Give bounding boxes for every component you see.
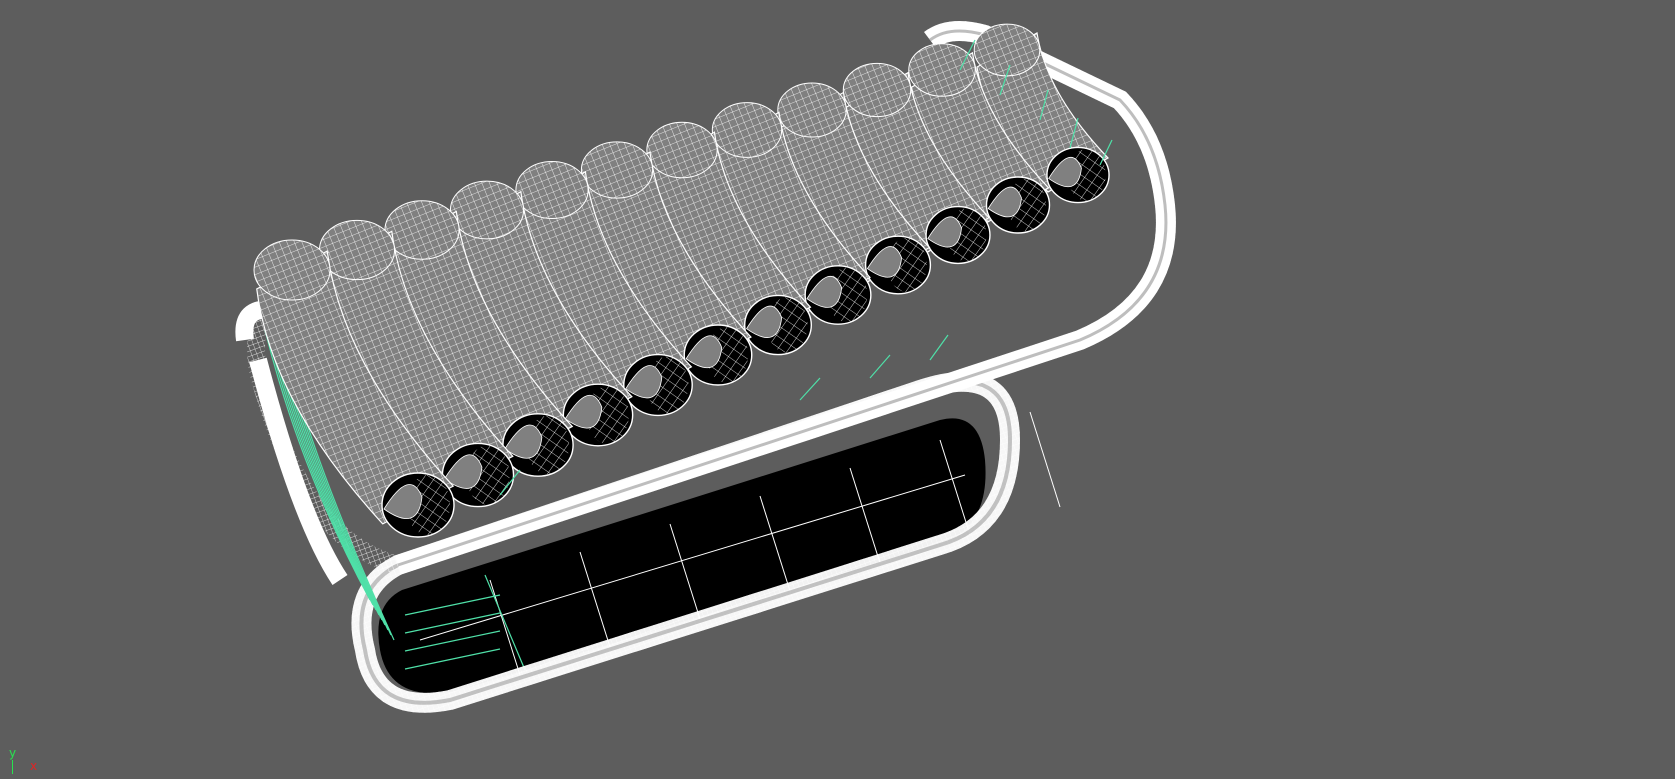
3d-viewport[interactable]: y x bbox=[0, 0, 1675, 779]
wireframe-lounger-mesh[interactable] bbox=[0, 0, 1675, 779]
axis-y-label: y bbox=[9, 746, 17, 760]
axis-x-label: x bbox=[30, 759, 38, 773]
axis-gizmo: y x bbox=[6, 747, 56, 777]
axis-y-line bbox=[12, 760, 13, 774]
